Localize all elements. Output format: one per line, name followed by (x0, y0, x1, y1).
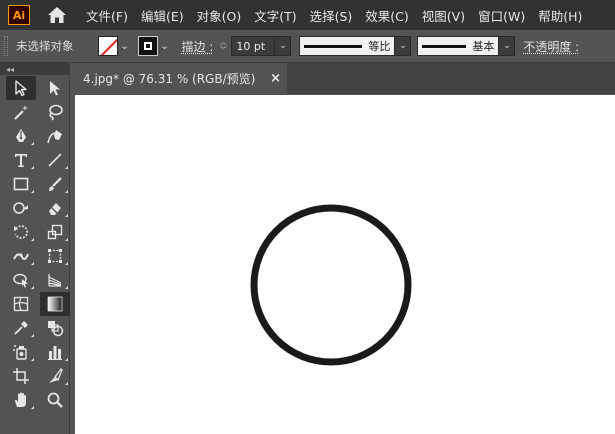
artboard-tool[interactable] (6, 364, 36, 388)
menu-help[interactable]: 帮助(H) (538, 6, 582, 25)
app-logo: Ai (8, 5, 30, 25)
pen-tool[interactable] (6, 124, 36, 148)
brush-label: 基本 (472, 40, 495, 53)
lasso-icon (49, 104, 63, 121)
direct-selection-tool[interactable] (40, 76, 70, 100)
symbol-sprayer-tool[interactable] (6, 340, 36, 364)
shaper-icon (13, 202, 28, 214)
menu-object[interactable]: 对象(O) (197, 6, 242, 25)
slice-tool[interactable] (40, 364, 70, 388)
circle-path[interactable] (250, 204, 412, 366)
pen-icon (16, 129, 26, 142)
column-graph-icon (48, 346, 62, 360)
hand-icon (15, 392, 26, 407)
home-icon (48, 7, 66, 23)
rectangle-tool[interactable] (6, 172, 36, 196)
selection-arrow-icon (15, 80, 27, 97)
mesh-icon (13, 296, 29, 312)
magic-wand-tool[interactable] (6, 100, 36, 124)
mesh-tool[interactable] (6, 292, 36, 316)
menu-bar: Ai 文件(F) 编辑(E) 对象(O) 文字(T) 选择(S) 效果(C) 视… (0, 0, 615, 30)
direct-selection-icon (50, 81, 60, 96)
document-tab-title: 4.jpg* @ 76.31 % (RGB/预览) (83, 72, 256, 86)
shape-builder-icon (13, 273, 28, 288)
menu-window[interactable]: 窗口(W) (478, 6, 525, 25)
paintbrush-tool[interactable] (40, 172, 70, 196)
scale-tool[interactable] (40, 220, 70, 244)
stroke-dropdown-icon[interactable]: ⌄ (158, 36, 172, 56)
paintbrush-icon (49, 177, 62, 191)
rectangle-icon (13, 177, 29, 191)
control-bar: 未选择对象 ⌄ ⌄ 描边 : ︿ ﹀ 10 pt ⌄ 等比 ⌄ 基本 ⌄ 不透明度… (0, 30, 615, 63)
home-button[interactable] (44, 4, 70, 26)
gradient-tool[interactable] (40, 292, 70, 316)
tools-collapse-button[interactable]: ◂◂ (0, 63, 69, 75)
variable-width-dropdown-icon[interactable]: ⌄ (395, 36, 412, 56)
free-transform-tool[interactable] (40, 244, 70, 268)
menu-view[interactable]: 视图(V) (422, 6, 465, 25)
slice-knife-icon (49, 368, 63, 383)
rotate-tool[interactable] (6, 220, 36, 244)
stroke-swatch[interactable] (137, 36, 158, 56)
stroke-label[interactable]: 描边 : (182, 38, 214, 55)
menu-type[interactable]: 文字(T) (254, 6, 296, 25)
brush-line-preview (422, 44, 467, 48)
stroke-weight-stepper[interactable]: ︿ ﹀ (217, 36, 229, 56)
rotate-icon (14, 225, 28, 239)
tools-panel: ◂◂ (0, 63, 70, 434)
eraser-tool[interactable] (40, 196, 70, 220)
curvature-pen-icon (47, 130, 62, 144)
fill-dropdown-icon[interactable]: ⌄ (118, 36, 132, 56)
eyedropper-icon (14, 321, 28, 335)
menu-edit[interactable]: 编辑(E) (141, 6, 184, 25)
gradient-icon (47, 296, 63, 312)
circle-artwork[interactable] (75, 95, 615, 434)
free-transform-icon (48, 249, 62, 263)
eraser-icon (49, 203, 61, 215)
panel-grip[interactable] (4, 36, 8, 56)
magic-wand-icon (14, 105, 28, 120)
menu-file[interactable]: 文件(F) (86, 6, 128, 25)
stroke-line-preview (304, 44, 363, 48)
document-tab[interactable]: 4.jpg* @ 76.31 % (RGB/预览) × (71, 63, 287, 94)
type-icon (15, 154, 27, 167)
line-segment-tool[interactable] (40, 148, 70, 172)
brush-definition[interactable]: 基本 (417, 36, 500, 56)
shape-builder-tool[interactable] (6, 268, 36, 292)
artboard-canvas[interactable] (75, 95, 615, 434)
selection-tool[interactable] (6, 76, 36, 100)
lasso-tool[interactable] (40, 100, 70, 124)
eyedropper-tool[interactable] (6, 316, 36, 340)
artboard-icon (13, 368, 29, 384)
variable-width-profile[interactable]: 等比 (299, 36, 396, 56)
perspective-grid-icon (48, 274, 62, 287)
shaper-tool[interactable] (6, 196, 36, 220)
variable-width-label: 等比 (368, 40, 391, 53)
blend-tool[interactable] (40, 316, 70, 340)
hand-tool[interactable] (6, 388, 36, 412)
type-tool[interactable] (6, 148, 36, 172)
menu-effect[interactable]: 效果(C) (365, 6, 408, 25)
width-icon (13, 253, 29, 260)
column-graph-tool[interactable] (40, 340, 70, 364)
selection-status: 未选择对象 (16, 39, 74, 53)
stroke-weight-input[interactable]: 10 pt (231, 36, 276, 56)
symbol-sprayer-icon (13, 345, 27, 360)
zoom-tool[interactable] (40, 388, 70, 412)
fill-swatch[interactable] (97, 36, 118, 56)
document-tab-bar: 4.jpg* @ 76.31 % (RGB/预览) × (71, 63, 615, 94)
stroke-weight-dropdown-icon[interactable]: ⌄ (275, 36, 292, 56)
menu-select[interactable]: 选择(S) (310, 6, 353, 25)
zoom-icon (47, 392, 63, 408)
scale-icon (47, 224, 63, 240)
opacity-label[interactable]: 不透明度 : (523, 38, 579, 55)
curvature-tool[interactable] (40, 124, 70, 148)
width-tool[interactable] (6, 244, 36, 268)
close-tab-icon[interactable]: × (270, 71, 281, 86)
perspective-grid-tool[interactable] (40, 268, 70, 292)
brush-dropdown-icon[interactable]: ⌄ (499, 36, 516, 56)
line-segment-icon (48, 153, 62, 167)
blend-icon (48, 321, 64, 337)
